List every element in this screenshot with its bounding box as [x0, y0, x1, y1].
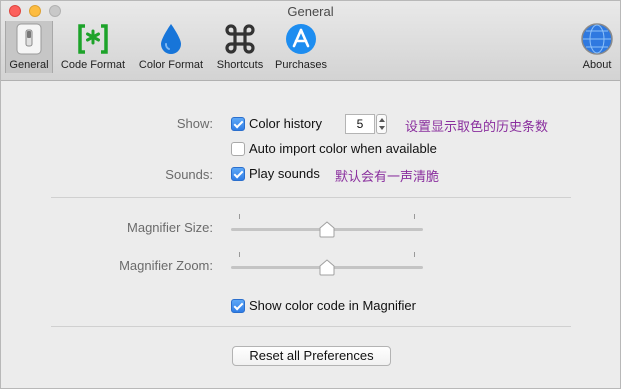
tab-code-format[interactable]: Code Format — [57, 21, 129, 73]
show-color-code-label: Show color code in Magnifier — [249, 298, 416, 313]
sounds-label: Sounds: — [165, 167, 213, 182]
preferences-window: General General Code Format Color Format… — [0, 0, 621, 389]
window-title: General — [287, 4, 334, 19]
tab-purchases[interactable]: Purchases — [271, 21, 331, 73]
play-sounds-label: Play sounds — [249, 166, 320, 181]
globe-icon — [579, 21, 615, 57]
history-note: 设置显示取色的历史条数 — [405, 119, 549, 134]
magnifier-size-slider[interactable] — [231, 214, 423, 238]
slider-tick — [414, 214, 415, 219]
drop-icon — [153, 21, 189, 57]
general-switch-icon — [11, 21, 47, 57]
tab-code-format-label: Code Format — [60, 59, 126, 71]
slider-knob[interactable] — [319, 259, 335, 276]
slider-tick — [239, 214, 240, 219]
play-sounds-checkbox[interactable] — [231, 167, 245, 181]
tab-about[interactable]: About — [575, 21, 619, 73]
tab-purchases-label: Purchases — [275, 59, 327, 71]
command-icon — [222, 21, 258, 57]
color-history-label: Color history — [249, 116, 322, 131]
color-history-checkbox[interactable] — [231, 117, 245, 131]
stepper-up-icon — [379, 118, 385, 122]
tab-color-format[interactable]: Color Format — [134, 21, 208, 73]
stepper-down-icon — [379, 126, 385, 130]
tab-general-label: General — [9, 59, 49, 71]
show-label: Show: — [176, 116, 213, 131]
divider — [51, 326, 571, 327]
slider-knob[interactable] — [319, 221, 335, 238]
history-count-field[interactable]: 5 — [345, 114, 375, 134]
toolbar: General General Code Format Color Format… — [1, 1, 620, 81]
auto-import-label: Auto import color when available — [249, 141, 437, 156]
auto-import-checkbox[interactable] — [231, 142, 245, 156]
reset-preferences-button[interactable]: Reset all Preferences — [232, 346, 391, 366]
sounds-note: 默认会有一声清脆 — [335, 169, 440, 184]
divider — [51, 197, 571, 198]
tab-general[interactable]: General — [5, 21, 53, 73]
magnifier-zoom-label: Magnifier Zoom: — [119, 258, 213, 273]
tab-shortcuts-label: Shortcuts — [216, 59, 264, 71]
magnifier-size-label: Magnifier Size: — [127, 220, 213, 235]
tab-about-label: About — [582, 59, 612, 71]
show-color-code-checkbox[interactable] — [231, 299, 245, 313]
code-brackets-icon — [75, 21, 111, 57]
slider-tick — [239, 252, 240, 257]
magnifier-zoom-slider[interactable] — [231, 252, 423, 276]
tab-shortcuts[interactable]: Shortcuts — [212, 21, 268, 73]
tab-color-format-label: Color Format — [138, 59, 204, 71]
history-count-stepper[interactable] — [376, 114, 387, 134]
app-store-icon — [283, 21, 319, 57]
slider-tick — [414, 252, 415, 257]
